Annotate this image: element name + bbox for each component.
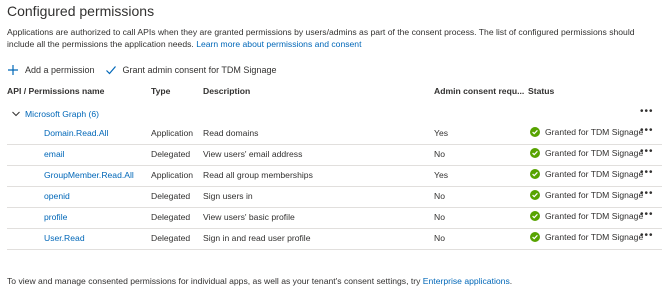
admin-consent-required: No: [434, 233, 445, 243]
table-row: profile Delegated View users' basic profil…: [7, 207, 662, 229]
page-title: Configured permissions: [7, 3, 155, 19]
status-text: Granted for TDM Signage: [545, 211, 644, 221]
admin-consent-required: No: [434, 191, 445, 201]
learn-more-link[interactable]: Learn more about permissions and consent: [196, 39, 361, 49]
footer-note: To view and manage consented permissions…: [7, 276, 512, 286]
permission-description: View users' basic profile: [203, 212, 295, 222]
row-more-icon[interactable]: •••: [640, 125, 654, 136]
check-circle-icon: [530, 211, 540, 221]
row-more-icon[interactable]: •••: [640, 209, 654, 220]
admin-consent-required: Yes: [434, 128, 449, 138]
checkmark-icon: [105, 66, 116, 75]
enterprise-applications-link[interactable]: Enterprise applications: [423, 276, 510, 286]
table-header: API / Permissions name Type Description …: [0, 86, 670, 98]
status-text: Granted for TDM Signage: [545, 232, 644, 242]
status-text: Granted for TDM Signage: [545, 127, 644, 137]
header-api[interactable]: API / Permissions name: [7, 86, 104, 96]
status-text: Granted for TDM Signage: [545, 190, 644, 200]
permission-name-link[interactable]: Domain.Read.All: [44, 128, 108, 138]
row-more-icon[interactable]: •••: [640, 146, 654, 157]
status-cell: Granted for TDM Signage: [530, 169, 643, 179]
permission-name-link[interactable]: GroupMember.Read.All: [44, 170, 134, 180]
plus-icon: [8, 65, 18, 75]
permission-description: Read all group memberships: [203, 170, 313, 180]
check-circle-icon: [530, 232, 540, 242]
check-circle-icon: [530, 148, 540, 158]
permission-type: Delegated: [151, 149, 191, 159]
permission-type: Application: [151, 170, 194, 180]
admin-consent-required: No: [434, 149, 445, 159]
row-more-icon[interactable]: •••: [640, 188, 654, 199]
permission-name-link[interactable]: openid: [44, 191, 70, 201]
table-row: GroupMember.Read.All Application Read all …: [7, 165, 662, 187]
status-cell: Granted for TDM Signage: [530, 232, 643, 242]
footer-text: To view and manage consented permissions…: [7, 276, 421, 286]
page-description: Applications are authorized to call APIs…: [7, 26, 662, 50]
status-cell: Granted for TDM Signage: [530, 211, 643, 221]
permission-description: View users' email address: [203, 149, 303, 159]
permission-type: Delegated: [151, 191, 191, 201]
header-admin-consent[interactable]: Admin consent requ...: [434, 86, 524, 96]
grant-admin-consent-button[interactable]: Grant admin consent for TDM Signage: [105, 64, 277, 76]
row-more-icon[interactable]: •••: [640, 230, 654, 241]
table-row: openid Delegated Sign users in No Granted fo…: [7, 186, 662, 208]
permission-description: Read domains: [203, 128, 259, 138]
chevron-down-icon: [12, 111, 20, 117]
check-circle-icon: [530, 169, 540, 179]
permission-name-link[interactable]: profile: [44, 212, 67, 222]
status-cell: Granted for TDM Signage: [530, 127, 643, 137]
group-microsoft-graph[interactable]: Microsoft Graph (6): [7, 107, 99, 121]
status-cell: Granted for TDM Signage: [530, 148, 643, 158]
add-permission-label: Add a permission: [25, 65, 95, 75]
check-circle-icon: [530, 190, 540, 200]
admin-consent-required: Yes: [434, 170, 449, 180]
add-permission-button[interactable]: Add a permission: [7, 64, 95, 76]
header-description[interactable]: Description: [203, 86, 250, 96]
check-circle-icon: [530, 127, 540, 137]
toolbar: Add a permission Grant admin consent for…: [7, 62, 276, 78]
permission-description: Sign in and read user profile: [203, 233, 311, 243]
status-text: Granted for TDM Signage: [545, 148, 644, 158]
grant-admin-consent-label: Grant admin consent for TDM Signage: [122, 65, 277, 75]
status-text: Granted for TDM Signage: [545, 169, 644, 179]
admin-consent-required: No: [434, 212, 445, 222]
row-more-icon[interactable]: •••: [640, 167, 654, 178]
permission-type: Delegated: [151, 212, 191, 222]
permission-type: Application: [151, 128, 194, 138]
permission-name-link[interactable]: User.Read: [44, 233, 85, 243]
permission-name-link[interactable]: email: [44, 149, 65, 159]
group-more-icon[interactable]: •••: [640, 106, 654, 117]
permission-type: Delegated: [151, 233, 191, 243]
table-row: Domain.Read.All Application Read domains Ye…: [7, 123, 662, 145]
permission-description: Sign users in: [203, 191, 253, 201]
table-row: email Delegated View users' email address N…: [7, 144, 662, 166]
group-label[interactable]: Microsoft Graph (6): [25, 109, 99, 119]
header-status[interactable]: Status: [528, 86, 554, 96]
footer-end: .: [509, 276, 513, 286]
status-cell: Granted for TDM Signage: [530, 190, 643, 200]
header-type[interactable]: Type: [151, 86, 170, 96]
table-row: User.Read Delegated Sign in and read user …: [7, 228, 662, 250]
